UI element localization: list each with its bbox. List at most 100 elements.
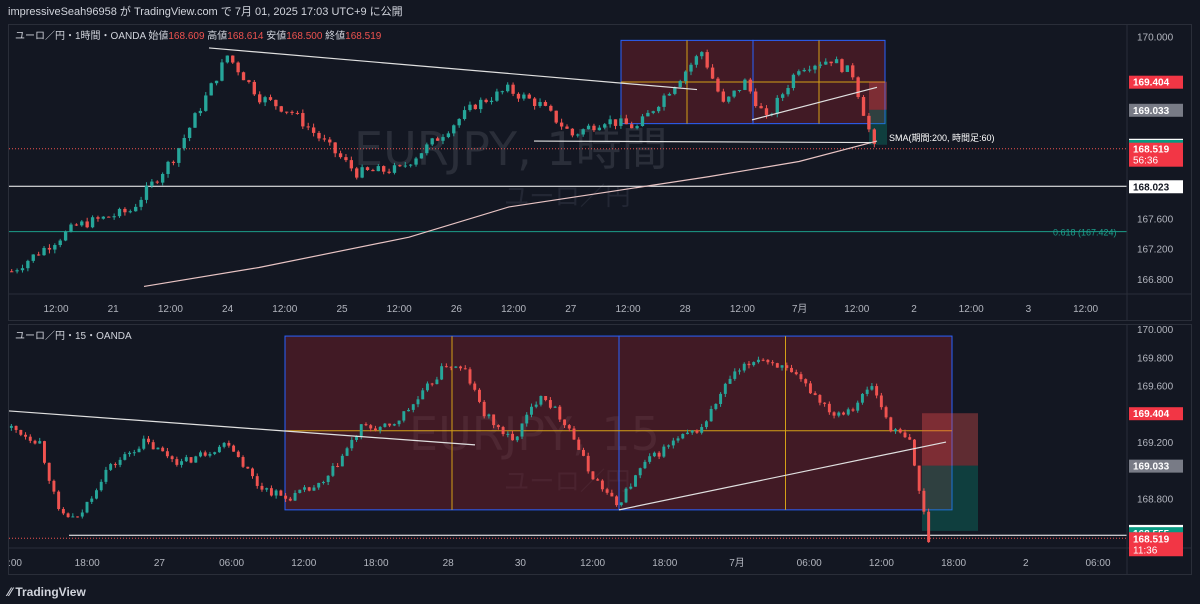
candle-body	[42, 441, 46, 463]
candle-body	[646, 112, 650, 117]
candle-body	[613, 119, 618, 126]
candle-body	[232, 445, 236, 452]
price-label: 169.404	[1133, 409, 1170, 420]
price-tick: 169.200	[1137, 438, 1174, 449]
candle-body	[559, 122, 564, 127]
candle-body	[123, 208, 127, 213]
candle-body	[107, 216, 111, 218]
candle-body	[301, 113, 305, 127]
candle-body	[748, 79, 752, 92]
candle-body	[20, 268, 25, 271]
candle-body	[700, 427, 704, 433]
sma-label: SMA(期間:200, 時間足:60)	[889, 133, 995, 143]
legend-part: ユーロ／円・15・OANDA	[15, 330, 132, 342]
price-tick: 167.600	[1137, 214, 1174, 225]
candle-body	[397, 420, 401, 425]
candle-body	[376, 166, 380, 172]
candle-body	[709, 408, 713, 422]
candle-body	[166, 161, 170, 174]
candle-body	[175, 459, 179, 465]
m15-chart-svg[interactable]: EURJPY, 15ユーロ／円ユーロ／円・15・OANDA 170.000169…	[9, 325, 1191, 574]
hourly-chart-panel[interactable]: EURJPY, 1時間 ユーロ／円 0.618 (167.424) SMA(期間:20…	[8, 24, 1192, 321]
tradingview-logo[interactable]: ⁄⁄ TradingView	[8, 580, 86, 604]
candle-body	[317, 482, 321, 488]
candle-body	[365, 167, 370, 171]
time-tick: 28	[443, 558, 455, 569]
time-tick: 12:00	[1073, 304, 1098, 315]
candle-body	[26, 260, 30, 269]
candle-body	[90, 498, 94, 502]
price-label: 169.404	[1133, 78, 1170, 89]
candle-body	[222, 442, 226, 447]
legend-text: ユーロ／円・15・OANDA	[15, 330, 132, 342]
candle-body	[591, 471, 595, 480]
candle-body	[678, 81, 682, 88]
candle-body	[454, 366, 458, 368]
candle-body	[845, 65, 850, 72]
candle-body	[629, 486, 633, 489]
candle-body	[832, 412, 836, 416]
candle-body	[829, 61, 833, 64]
candle-body	[28, 436, 32, 441]
candle-body	[861, 97, 866, 116]
legend-part: ユーロ／円・1時間・OANDA	[15, 30, 148, 42]
candle-body	[328, 139, 332, 143]
time-tick: 06:00	[219, 558, 244, 569]
candle-body	[719, 393, 723, 404]
candle-body	[345, 448, 349, 456]
candle-body	[657, 452, 661, 457]
candle-body	[295, 112, 300, 114]
candle-body	[824, 61, 828, 65]
candle-body	[468, 369, 472, 384]
candle-body	[36, 254, 41, 256]
candle-body	[378, 426, 382, 431]
candle-body	[307, 487, 311, 491]
candle-body	[31, 254, 35, 261]
candle-body	[132, 452, 136, 454]
time-tick: 12:00	[501, 304, 526, 315]
candle-body	[527, 94, 531, 99]
candle-body	[268, 97, 273, 100]
candle-body	[198, 110, 203, 114]
candle-body	[473, 104, 478, 110]
target-zone	[922, 465, 978, 531]
candle-body	[279, 490, 283, 496]
candle-body	[47, 462, 51, 481]
time-tick: 12:00	[844, 304, 869, 315]
candle-body	[823, 402, 827, 404]
candle-body	[548, 400, 552, 408]
stop-zone	[922, 413, 978, 466]
candle-body	[303, 487, 306, 490]
candle-body	[150, 181, 154, 186]
time-tick: 18:00	[652, 558, 677, 569]
candle-body	[440, 366, 444, 380]
hourly-chart-svg[interactable]: EURJPY, 1時間ユーロ／円0.618 (167.424)SMA(期間:20…	[9, 25, 1191, 320]
candle-body	[80, 512, 84, 517]
candle-body	[689, 64, 693, 72]
candle-body	[695, 430, 699, 433]
candle-body	[9, 425, 13, 428]
candle-body	[511, 84, 515, 94]
candle-body	[487, 414, 491, 417]
candle-body	[761, 359, 765, 361]
candle-body	[47, 247, 52, 250]
candle-body	[576, 134, 580, 136]
time-tick: 3	[1026, 304, 1032, 315]
candle-body	[85, 221, 89, 228]
candle-body	[76, 516, 80, 518]
candle-body	[52, 480, 56, 492]
candle-body	[53, 245, 57, 250]
candle-body	[284, 495, 288, 499]
candle-body	[387, 171, 391, 173]
price-tick: 170.000	[1137, 325, 1174, 336]
candle-body	[392, 165, 397, 173]
candle-body	[42, 247, 46, 256]
candle-body	[743, 79, 747, 90]
m15-chart-panel[interactable]: EURJPY, 15 ユーロ／円 ユーロ／円・15・OANDA 170.000 169…	[8, 324, 1192, 575]
candle-body	[615, 496, 619, 506]
price-label-timer: 11:36	[1133, 545, 1158, 556]
candle-body	[538, 102, 542, 106]
candle-body	[592, 125, 596, 131]
candle-body	[581, 129, 585, 135]
candle-body	[539, 395, 543, 405]
